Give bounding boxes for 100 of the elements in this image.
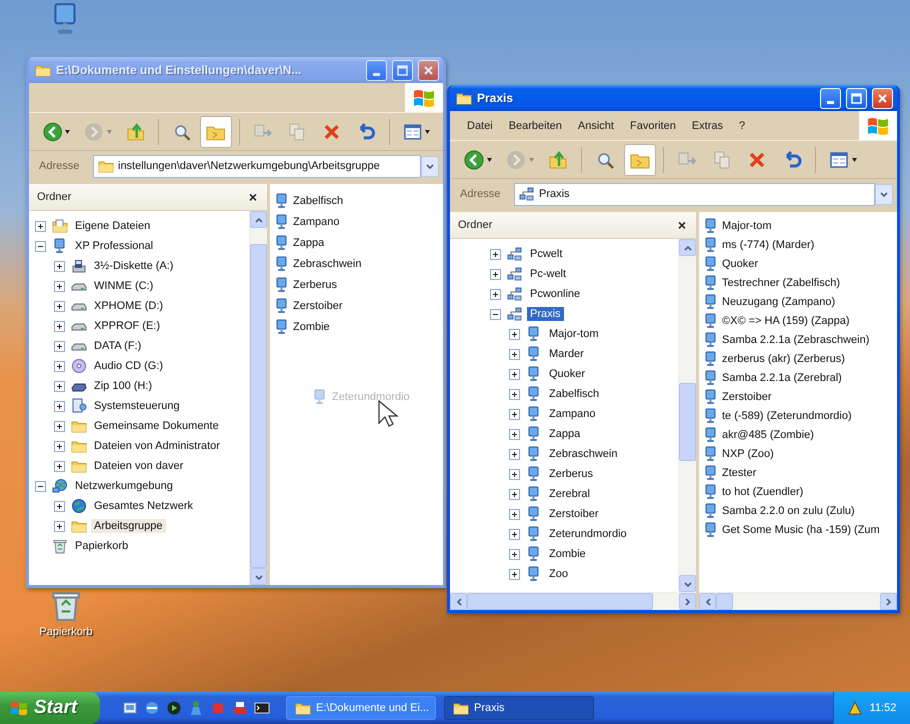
pane-close-button[interactable]: × — [246, 189, 259, 205]
expand-toggle[interactable] — [490, 248, 501, 260]
tree-item[interactable]: Papierkorb — [72, 539, 132, 553]
list-item[interactable]: Zappa — [293, 236, 324, 248]
minimize-button[interactable] — [820, 88, 841, 108]
tree-item[interactable]: XPHOME (D:) — [91, 299, 166, 313]
tree-item[interactable]: Pc-welt — [527, 267, 570, 281]
address-dropdown-button[interactable] — [421, 156, 439, 176]
list-item[interactable]: te (-589) (Zeterundmordio) — [722, 410, 852, 422]
pane-close-button[interactable]: × — [676, 217, 688, 233]
browser-icon[interactable] — [144, 700, 160, 716]
tree-item[interactable]: Netzwerkumgebung — [72, 479, 176, 493]
list-item[interactable]: Get Some Music (ha -159) (Zum — [722, 524, 880, 536]
tree-item[interactable]: Praxis — [527, 307, 564, 321]
list-item[interactable]: akr@485 (Zombie) — [722, 428, 814, 440]
scroll-thumb[interactable] — [467, 593, 653, 610]
expand-toggle[interactable] — [35, 240, 46, 252]
expand-toggle[interactable] — [509, 448, 520, 460]
tree-item[interactable]: DATA (F:) — [91, 339, 144, 353]
expand-toggle[interactable] — [490, 308, 501, 320]
list-item[interactable]: Samba 2.2.1a (Zebraschwein) — [722, 334, 870, 346]
expand-toggle[interactable] — [509, 428, 520, 440]
address-field[interactable]: Praxis — [514, 182, 875, 206]
list-item[interactable]: Zombie — [293, 320, 330, 332]
list-item[interactable]: Samba 2.2.0 on zulu (Zulu) — [722, 504, 855, 516]
horizontal-scrollbar[interactable] — [699, 592, 897, 610]
menu-item[interactable]: Datei — [460, 118, 500, 134]
expand-toggle[interactable] — [54, 300, 65, 312]
taskbar-button[interactable]: E:\Dokumente und Ei... — [286, 696, 436, 720]
tree-item[interactable]: Zip 100 (H:) — [91, 379, 156, 393]
menu-item[interactable]: Favoriten — [622, 118, 683, 134]
media-player-icon[interactable] — [166, 700, 182, 716]
list-item[interactable]: Zebraschwein — [293, 258, 362, 270]
tree-item[interactable]: Zerberus — [546, 467, 596, 481]
tree-item[interactable]: Audio CD (G:) — [91, 359, 166, 373]
expand-toggle[interactable] — [54, 380, 65, 392]
tree-item[interactable]: XPPROF (E:) — [91, 319, 164, 333]
expand-toggle[interactable] — [509, 468, 520, 480]
list-item[interactable]: Zerstoiber — [293, 300, 343, 312]
tree-item[interactable]: 3½-Diskette (A:) — [91, 259, 176, 273]
tree-item[interactable]: Arbeitsgruppe — [91, 519, 166, 533]
tree-item[interactable]: Major-tom — [546, 327, 602, 341]
tree-item[interactable]: Zebraschwein — [546, 447, 620, 461]
tree-item[interactable]: Pcwonline — [527, 287, 584, 301]
expand-toggle[interactable] — [35, 220, 46, 232]
expand-toggle[interactable] — [54, 360, 65, 372]
close-button[interactable] — [418, 60, 439, 80]
tree-item[interactable]: Marder — [546, 347, 587, 361]
expand-toggle[interactable] — [54, 320, 65, 332]
expand-toggle[interactable] — [54, 280, 65, 292]
list-item[interactable]: to hot (Zuendler) — [722, 486, 804, 498]
list-item[interactable]: NXP (Zoo) — [722, 448, 774, 460]
expand-toggle[interactable] — [509, 408, 520, 420]
tree-item[interactable]: Zerebral — [546, 487, 593, 501]
expand-toggle[interactable] — [54, 340, 65, 352]
list-item[interactable]: Samba 2.2.1a (Zerebral) — [722, 372, 842, 384]
terminal-icon[interactable] — [254, 700, 270, 716]
start-button[interactable]: Start — [0, 692, 100, 724]
menu-item[interactable]: Extras — [684, 118, 730, 134]
tree-item[interactable]: Zoo — [546, 567, 571, 581]
tree-item[interactable]: Eigene Dateien — [72, 219, 154, 233]
tree-item[interactable]: Gemeinsame Dokumente — [91, 419, 222, 433]
list-item[interactable]: Quoker — [722, 258, 758, 270]
expand-toggle[interactable] — [54, 260, 65, 272]
expand-toggle[interactable] — [509, 388, 520, 400]
tree-item[interactable]: Pcwelt — [527, 247, 566, 261]
vertical-scrollbar[interactable] — [249, 211, 267, 585]
tree-item[interactable]: Gesamtes Netzwerk — [91, 499, 196, 513]
expand-toggle[interactable] — [54, 460, 65, 472]
maximize-button[interactable] — [392, 60, 413, 80]
expand-toggle[interactable] — [54, 400, 65, 412]
list-item[interactable]: Neuzugang (Zampano) — [722, 296, 836, 308]
close-button[interactable] — [872, 88, 893, 108]
menu-item[interactable]: ? — [732, 118, 752, 134]
address-dropdown-button[interactable] — [875, 184, 893, 204]
tree-item[interactable]: WINME (C:) — [91, 279, 156, 293]
expand-toggle[interactable] — [54, 420, 65, 432]
expand-toggle[interactable] — [35, 480, 46, 492]
scroll-thumb[interactable] — [250, 244, 267, 568]
address-field[interactable]: instellungen\daver\Netzwerkumgebung\Arbeitsgruppe — [93, 154, 421, 178]
expand-toggle[interactable] — [54, 440, 65, 452]
printer-icon[interactable] — [232, 700, 248, 716]
tree-item[interactable]: Zombie — [546, 547, 589, 561]
list-item[interactable]: Ztester — [722, 466, 756, 478]
tree-item[interactable]: Zampano — [546, 407, 598, 421]
expand-toggle[interactable] — [54, 520, 65, 532]
tree-item[interactable]: Quoker — [546, 367, 588, 381]
warning-icon[interactable] — [848, 701, 862, 715]
desktop-icon[interactable] — [122, 700, 138, 716]
expand-toggle[interactable] — [509, 508, 520, 520]
scroll-thumb[interactable] — [679, 382, 696, 461]
expand-toggle[interactable] — [509, 548, 520, 560]
list-item[interactable]: Zerberus — [293, 278, 338, 290]
taskbar-button[interactable]: Praxis — [444, 696, 594, 720]
minimize-button[interactable] — [366, 60, 387, 80]
tree-item[interactable]: Zappa — [546, 427, 584, 441]
list-item[interactable]: Zampano — [293, 216, 340, 228]
expand-toggle[interactable] — [509, 328, 520, 340]
list-item[interactable]: Zerstoiber — [722, 390, 772, 402]
menu-item[interactable]: Bearbeiten — [502, 118, 569, 134]
